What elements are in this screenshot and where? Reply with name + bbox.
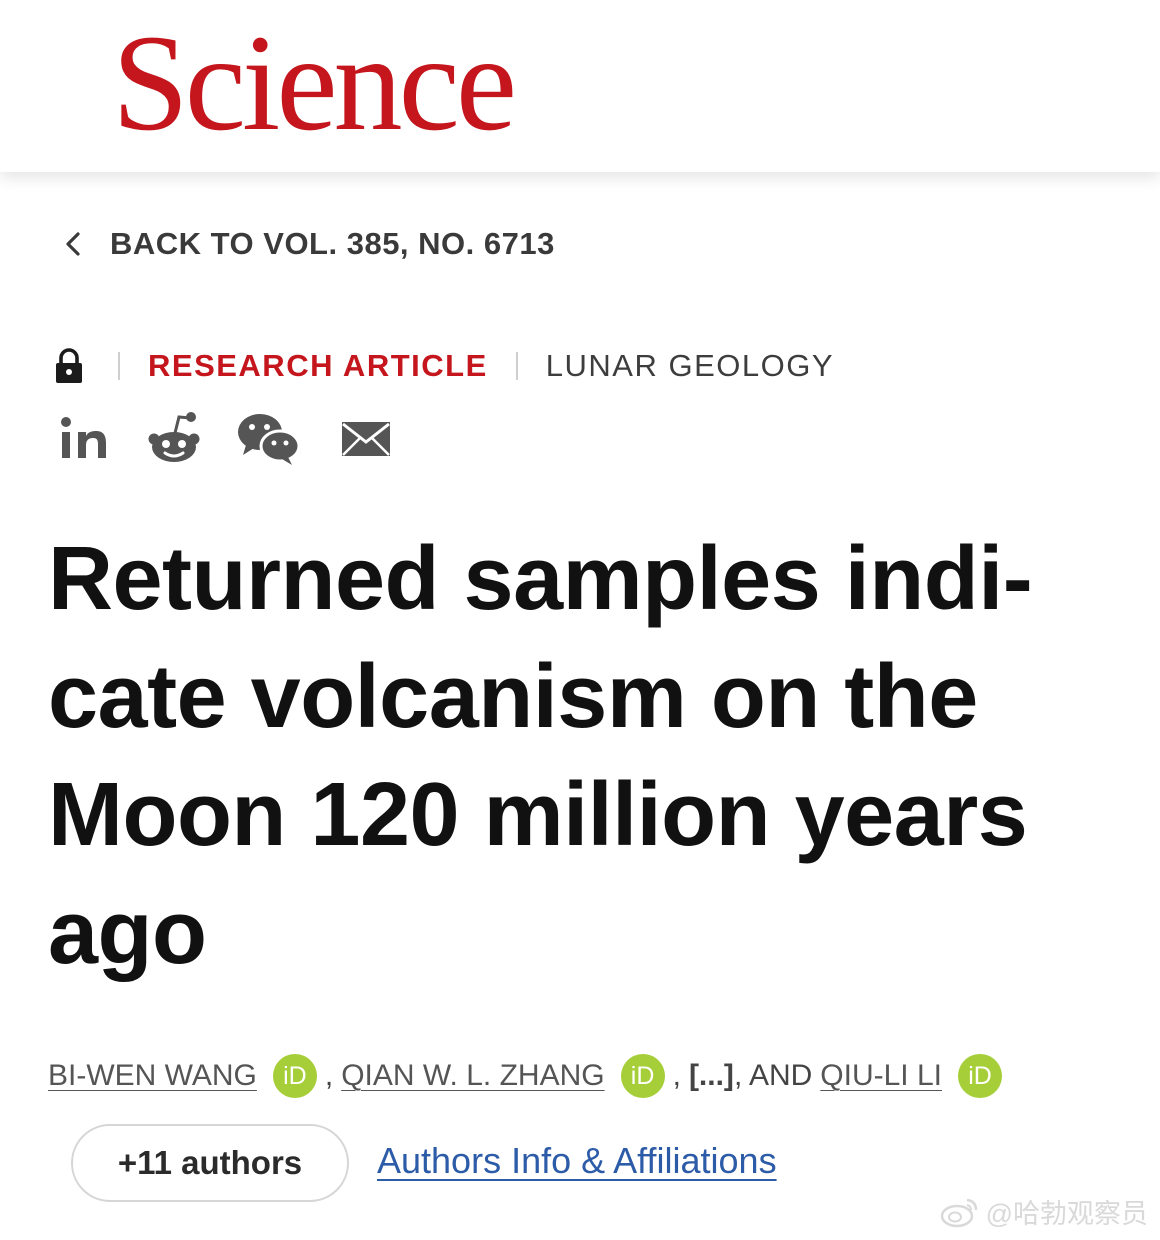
site-header: Science (0, 0, 1160, 172)
wechat-share-button[interactable] (236, 411, 301, 467)
reddit-share-button[interactable] (146, 409, 206, 469)
meta-divider (515, 352, 518, 380)
wechat-icon (238, 414, 301, 465)
email-icon (342, 422, 390, 456)
author-link[interactable]: QIU-LI LI (820, 1059, 942, 1093)
authors-info-affiliations-link[interactable]: Authors Info & Affiliations (377, 1140, 777, 1182)
linkedin-share-button[interactable] (58, 411, 112, 467)
and-text: , AND (733, 1059, 813, 1092)
article-title: Returned samples indi-cate volcanism on … (48, 529, 1033, 983)
email-share-button[interactable] (340, 419, 394, 459)
orcid-icon[interactable]: iD (272, 1054, 317, 1098)
author-separator: , (324, 1059, 334, 1092)
back-to-issue-link[interactable]: BACK TO VOL. 385, NO. 6713 (60, 226, 555, 262)
reddit-icon (148, 412, 200, 462)
collapsed-authors-ellipsis[interactable]: [...] (689, 1059, 734, 1093)
lock-icon (56, 348, 82, 383)
author-link[interactable]: QIAN W. L. ZHANG (341, 1059, 604, 1093)
science-logo[interactable]: Science (112, 8, 517, 158)
watermark: @哈勃观察员 (940, 1192, 1148, 1231)
article-subject-label[interactable]: LUNAR GEOLOGY (546, 348, 834, 384)
article-meta: RESEARCH ARTICLE LUNAR GEOLOGY (54, 344, 834, 388)
linkedin-icon (61, 417, 106, 458)
share-bar (58, 404, 394, 474)
article-type-label[interactable]: RESEARCH ARTICLE (148, 348, 488, 384)
chevron-left-icon (66, 232, 80, 256)
orcid-icon[interactable]: iD (620, 1054, 665, 1098)
watermark-text: @哈勃观察员 (985, 1199, 1148, 1229)
meta-divider (118, 352, 120, 380)
more-authors-button[interactable]: +11 authors (71, 1124, 349, 1202)
orcid-icon[interactable]: iD (958, 1054, 1002, 1098)
weibo-icon (940, 1198, 977, 1227)
author-separator: , (672, 1059, 681, 1092)
author-list: BI-WEN WANG iD , QIAN W. L. ZHANG iD , [… (48, 1052, 1010, 1100)
author-link[interactable]: BI-WEN WANG (48, 1059, 257, 1093)
back-to-issue-label: BACK TO VOL. 385, NO. 6713 (110, 226, 555, 261)
